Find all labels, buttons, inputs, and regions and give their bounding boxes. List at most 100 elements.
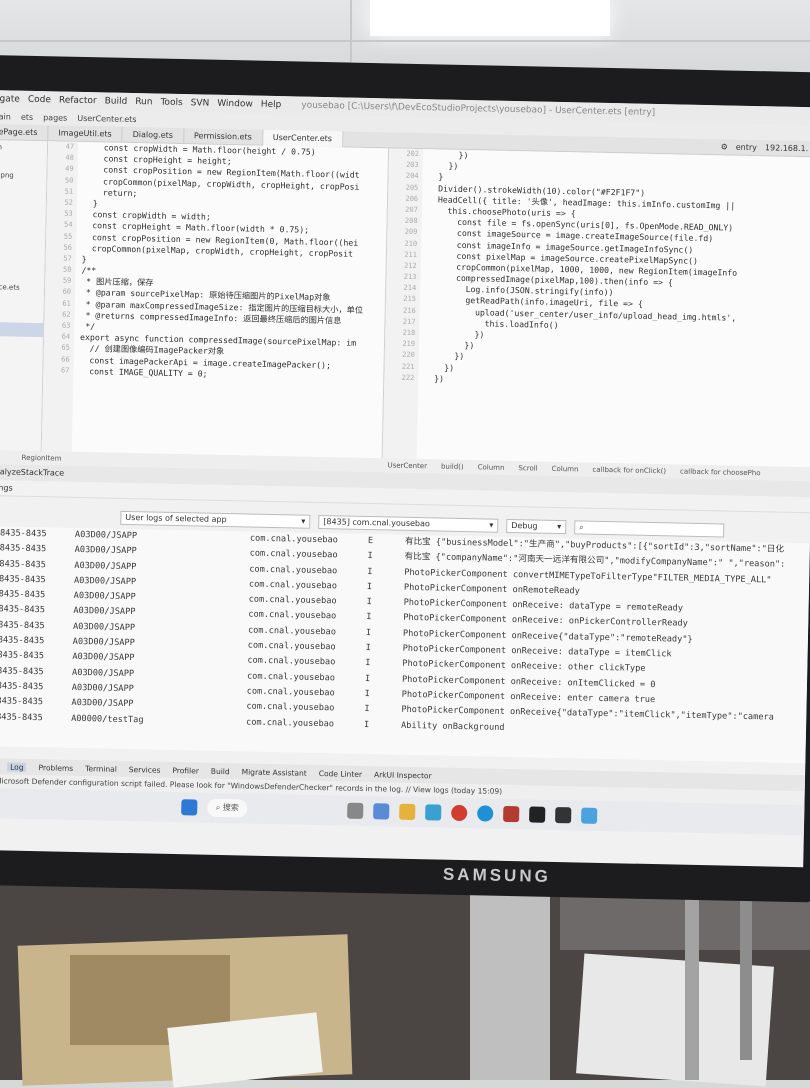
windows-start-icon[interactable] [181, 799, 198, 816]
project-item[interactable] [0, 154, 47, 169]
android-studio-icon[interactable] [580, 807, 597, 824]
menu-item-svn[interactable]: SVN [191, 98, 210, 108]
menu-item-code[interactable]: Code [28, 95, 51, 105]
tool-window-tab[interactable]: Build [211, 766, 230, 775]
tool-window-tab[interactable]: Services [129, 765, 161, 775]
project-item[interactable] [0, 266, 45, 281]
line-number: 50 [64, 176, 74, 185]
nav-crumb[interactable]: ets [21, 112, 33, 121]
filezilla-icon[interactable] [502, 805, 519, 823]
line-number: 56 [63, 243, 73, 252]
menu-item-refactor[interactable]: Refactor [59, 95, 97, 106]
log-search-input[interactable]: ⌕ [574, 520, 725, 538]
project-item[interactable]: en.png [0, 168, 47, 183]
chrome-icon[interactable] [450, 804, 467, 822]
project-item-selected[interactable] [0, 321, 44, 338]
menu-item-build[interactable]: Build [105, 96, 128, 106]
deveco-icon[interactable] [554, 806, 571, 824]
line-number: 48 [65, 153, 74, 162]
store-icon[interactable] [424, 804, 441, 821]
line-number: 205 [405, 183, 419, 192]
line-number: 62 [62, 310, 71, 319]
task-view-icon[interactable] [346, 802, 363, 819]
chevron-down-icon: ▾ [489, 520, 494, 530]
edge-icon[interactable] [476, 805, 493, 822]
run-config-select[interactable]: entry [736, 143, 757, 152]
breadcrumb-item[interactable]: callback for onClick() [592, 466, 666, 476]
project-panel: scn en.png ource.ets ts ts [0, 139, 49, 452]
device-select[interactable]: 192.168.1. [765, 143, 808, 153]
code-area[interactable]: const cropWidth = Math.floor(height / 0.… [79, 142, 388, 383]
code-editor-right[interactable]: 202 203 204 205 206 207 208 209 210 211 212 213 214 2… [381, 148, 810, 468]
tool-window-tab[interactable]: ArkUI Inspector [374, 770, 432, 780]
project-item[interactable] [0, 182, 46, 197]
menu-item-help[interactable]: Help [261, 100, 282, 110]
log-list[interactable]: 78435-8435A03D00/JSAPPcom.cnal.yousebaoE… [0, 525, 810, 764]
tool-window-tab[interactable]: Log [7, 762, 27, 772]
tab-homepage[interactable]: ePage.ets [0, 123, 49, 141]
tab-usercenter[interactable]: UserCenter.ets [262, 129, 344, 147]
process-select[interactable]: [8435] com.cnal.yousebao ▾ [318, 514, 499, 533]
project-item[interactable]: scn [0, 140, 47, 155]
project-item[interactable] [0, 238, 45, 253]
project-item[interactable]: ource.ets [0, 280, 44, 295]
line-number: 209 [404, 228, 418, 237]
code-editor-left[interactable]: 47 48 49 50 51 52 53 54 55 56 57 58 59 60 61 62 63 64 65 66… [41, 141, 389, 459]
breadcrumb-item[interactable]: build() [441, 463, 464, 471]
gear-icon[interactable]: ⚙ [721, 142, 728, 151]
breadcrumb-item[interactable]: Column [552, 465, 579, 474]
log-level: I [363, 719, 370, 730]
taskbar-search[interactable]: ⌕ 搜索 [207, 798, 247, 818]
tab-dialog[interactable]: Dialog.ets [122, 126, 185, 144]
tab-permission[interactable]: Permission.ets [183, 127, 264, 146]
ceiling-grid-line [0, 40, 810, 42]
tool-window-tab[interactable]: Code Linter [319, 769, 362, 779]
tool-window-tab[interactable]: Problems [38, 763, 73, 773]
line-number: 55 [63, 232, 73, 241]
log-level: I [365, 627, 372, 638]
breadcrumb-item[interactable]: Scroll [518, 464, 537, 472]
tool-window-tab[interactable]: Profiler [172, 765, 199, 775]
widgets-icon[interactable] [372, 803, 389, 820]
run-toolbar: ⚙ entry 192.168.1. [721, 142, 809, 153]
line-number: 220 [402, 351, 415, 360]
nav-crumb[interactable]: UserCenter.ets [77, 113, 136, 123]
project-item[interactable] [0, 224, 45, 239]
log-pid: 8435-8435 [0, 589, 46, 601]
menu-item-navigate[interactable]: igate [0, 94, 20, 104]
breadcrumb-item[interactable]: Column [478, 463, 505, 472]
line-number: 221 [401, 362, 415, 371]
log-level-select[interactable]: Debug ▾ [506, 518, 567, 535]
project-item[interactable]: ts [0, 308, 44, 323]
tool-window-tab[interactable]: Migrate Assistant [242, 767, 307, 777]
nav-crumb[interactable]: ain [0, 112, 11, 121]
line-number: 54 [63, 220, 73, 230]
menu-item-run[interactable]: Run [135, 97, 152, 107]
line-number: 218 [402, 328, 416, 337]
line-number: 215 [403, 295, 417, 304]
monitor-brand-logo: SAMSUNG [442, 864, 552, 886]
log-level: I [366, 581, 373, 593]
menu-item-window[interactable]: Window [217, 99, 253, 110]
monitor: igate Code Refactor Build Run Tools SVN … [0, 55, 810, 903]
menu-item-tools[interactable]: Tools [160, 98, 182, 108]
tab-imageutil[interactable]: ImageUtil.ets [48, 124, 123, 143]
project-item[interactable] [0, 210, 46, 225]
code-area[interactable]: }) }) } Divider().strokeWidth(10).color(… [424, 149, 810, 392]
log-pid: 8435-8435 [0, 635, 45, 647]
file-explorer-icon[interactable] [398, 803, 415, 821]
breadcrumb-item[interactable]: UserCenter [387, 461, 427, 470]
project-item[interactable]: ts [0, 294, 44, 309]
project-item[interactable] [0, 252, 45, 267]
line-number: 208 [404, 216, 418, 226]
line-number: 214 [403, 283, 417, 293]
breadcrumb-item[interactable]: callback for choosePho [680, 468, 761, 478]
project-item[interactable] [0, 196, 46, 211]
log-level: I [366, 612, 372, 623]
log-scope-select[interactable]: User logs of selected app ▾ [120, 510, 311, 529]
line-number: 212 [403, 261, 417, 270]
nav-crumb[interactable]: pages [43, 113, 67, 123]
tool-window-tab[interactable]: Terminal [85, 764, 117, 774]
terminal-icon[interactable] [528, 806, 545, 823]
line-number: 60 [62, 288, 72, 297]
